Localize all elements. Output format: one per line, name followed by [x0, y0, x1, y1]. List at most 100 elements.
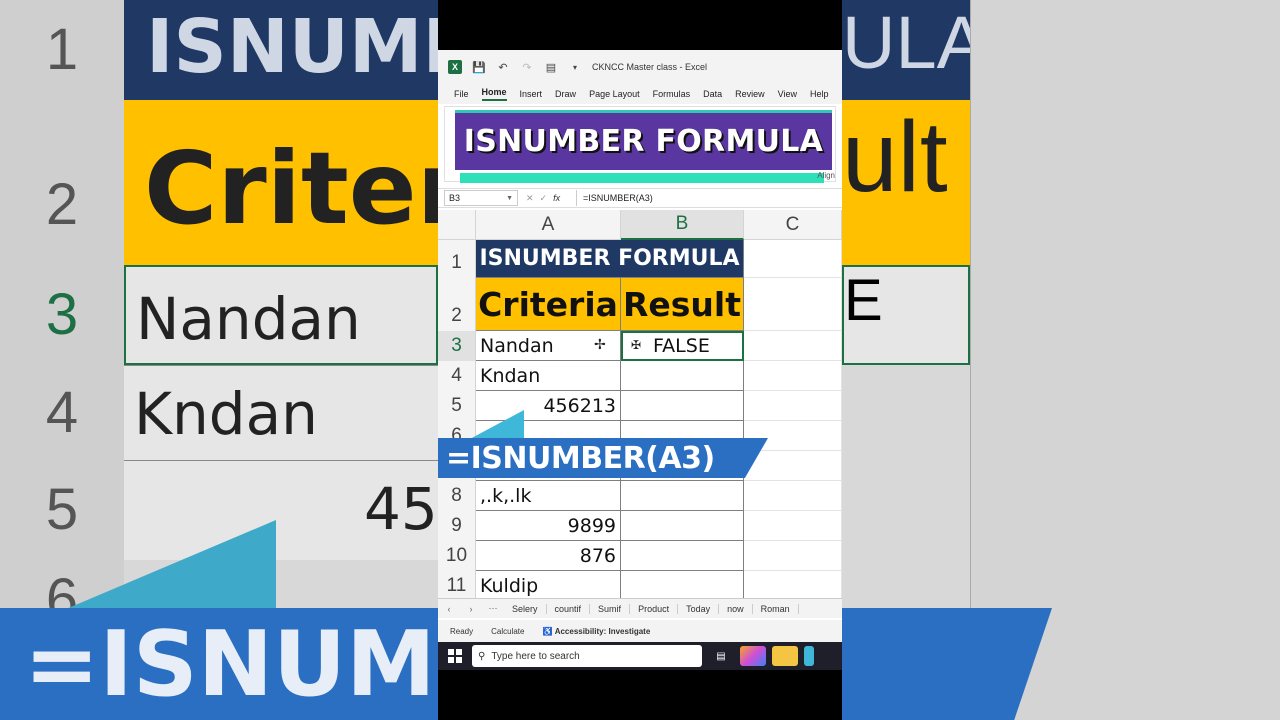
- cell[interactable]: [744, 278, 842, 331]
- name-box[interactable]: B3 ▼: [444, 190, 518, 206]
- more-sheets-icon[interactable]: ⋯: [482, 603, 504, 614]
- cell-b11[interactable]: [621, 571, 744, 598]
- task-view-icon[interactable]: ▤: [708, 646, 734, 666]
- bg-number-band: 45: [124, 460, 438, 560]
- bg-kndan-band: Kndan: [124, 365, 438, 460]
- bg-row-number: 3: [0, 265, 124, 365]
- function-icon[interactable]: fx: [553, 193, 560, 204]
- enter-icon[interactable]: ✓: [540, 193, 548, 204]
- bg-row-number: 1: [0, 0, 124, 100]
- status-calculate[interactable]: Calculate: [491, 627, 524, 636]
- sheet-tab-selery[interactable]: Selery: [504, 603, 547, 614]
- bg-kndan-text: Kndan: [134, 380, 318, 448]
- move-cursor-icon: ✢: [594, 336, 606, 352]
- row-header[interactable]: 10: [438, 541, 476, 571]
- form-icon[interactable]: ▤: [544, 60, 558, 74]
- banner-accent: [460, 173, 824, 183]
- sheet-tab-roman[interactable]: Roman: [753, 603, 799, 614]
- taskbar-search-placeholder: Type here to search: [491, 650, 580, 662]
- menu-insert[interactable]: Insert: [520, 89, 543, 99]
- cell[interactable]: [744, 541, 842, 571]
- cell-a9[interactable]: 9899: [476, 511, 621, 541]
- ribbon-group-label: Align: [817, 171, 835, 180]
- menu-formulas[interactable]: Formulas: [653, 89, 691, 99]
- sheet-tab-sumif[interactable]: Sumif: [590, 603, 631, 614]
- cell-a4[interactable]: Kndan: [476, 361, 621, 391]
- column-header-a[interactable]: A: [476, 210, 621, 240]
- menu-home[interactable]: Home: [481, 87, 507, 101]
- cell[interactable]: [744, 361, 842, 391]
- title-cell[interactable]: ISNUMBER FORMULA: [476, 240, 744, 278]
- row-header[interactable]: 2: [438, 278, 476, 331]
- copilot-icon[interactable]: [740, 646, 766, 666]
- row-header[interactable]: 8: [438, 481, 476, 511]
- select-all-corner[interactable]: [438, 210, 476, 240]
- accessibility-status[interactable]: ♿ Accessibility: Investigate: [542, 627, 650, 636]
- menu-draw[interactable]: Draw: [555, 89, 576, 99]
- cell-cursor-icon: ✠: [631, 338, 642, 352]
- windows-start-icon[interactable]: [438, 649, 472, 663]
- chevron-down-icon[interactable]: ▼: [506, 195, 513, 202]
- cell-a8[interactable]: ,.k,.lk: [476, 481, 621, 511]
- cell[interactable]: [744, 391, 842, 421]
- menu-view[interactable]: View: [778, 89, 797, 99]
- bg-title-text-right: ULA: [842, 1, 986, 84]
- row-header[interactable]: 9: [438, 511, 476, 541]
- row-header[interactable]: 4: [438, 361, 476, 391]
- cell-b4[interactable]: [621, 361, 744, 391]
- cancel-icon[interactable]: ✕: [526, 193, 534, 204]
- cell-a10[interactable]: 876: [476, 541, 621, 571]
- bg-number-text: 45: [364, 475, 438, 543]
- cell-b8[interactable]: [621, 481, 744, 511]
- cell-b10[interactable]: [621, 541, 744, 571]
- menu-review[interactable]: Review: [735, 89, 765, 99]
- menu-help[interactable]: Help: [810, 89, 829, 99]
- row-header[interactable]: 11: [438, 571, 476, 598]
- column-header-b[interactable]: B: [621, 210, 744, 240]
- chevron-left-icon[interactable]: ‹: [438, 604, 460, 614]
- menu-data[interactable]: Data: [703, 89, 722, 99]
- cell[interactable]: [744, 240, 842, 278]
- sheet-tab-today[interactable]: Today: [678, 603, 720, 614]
- row-header[interactable]: 5: [438, 391, 476, 421]
- excel-window: X 💾 ↶ ↷ ▤ ▾ CKNCC Master class - Excel F…: [438, 50, 842, 670]
- result-header-cell[interactable]: Result: [621, 278, 744, 331]
- cell[interactable]: [744, 571, 842, 598]
- banner-text: ISNUMBER FORMULA: [463, 124, 824, 159]
- cell-b5[interactable]: [621, 391, 744, 421]
- taskbar-search[interactable]: ⚲ Type here to search: [472, 645, 702, 667]
- bg-row-number: 2: [0, 100, 124, 265]
- bg-title-text: ISNUMB: [146, 4, 438, 90]
- save-icon[interactable]: 💾: [472, 60, 486, 74]
- menu-file[interactable]: File: [454, 89, 469, 99]
- menu-page-layout[interactable]: Page Layout: [589, 89, 640, 99]
- bg-false-band: E: [842, 265, 970, 365]
- edge-icon[interactable]: [804, 646, 814, 666]
- bg-nandan-text: Nandan: [136, 285, 361, 353]
- cell[interactable]: [744, 331, 842, 361]
- bg-criteria-text: Criter: [144, 130, 438, 247]
- window-title: CKNCC Master class - Excel: [592, 62, 708, 72]
- undo-icon[interactable]: ↶: [496, 60, 510, 74]
- formula-input[interactable]: =ISNUMBER(A3): [576, 190, 840, 206]
- cell-a11[interactable]: Kuldip: [476, 571, 621, 598]
- column-header-c[interactable]: C: [744, 210, 842, 240]
- background-zoom-right: ULA ult E: [842, 0, 1280, 720]
- cell[interactable]: [744, 451, 842, 481]
- cell-a5[interactable]: 456213: [476, 391, 621, 421]
- sheet-tab-now[interactable]: now: [719, 603, 753, 614]
- row-header[interactable]: 3: [438, 331, 476, 361]
- chevron-right-icon[interactable]: ›: [460, 604, 482, 614]
- sheet-tab-product[interactable]: Product: [630, 603, 679, 614]
- row-header[interactable]: 1: [438, 240, 476, 278]
- cell[interactable]: [744, 481, 842, 511]
- redo-icon[interactable]: ↷: [520, 60, 534, 74]
- sheet-tab-countif[interactable]: countif: [547, 603, 591, 614]
- sheet-tabs-bar: ‹ › ⋯ Selery countif Sumif Product Today…: [438, 598, 842, 618]
- cell-b9[interactable]: [621, 511, 744, 541]
- file-explorer-icon[interactable]: [772, 646, 798, 666]
- criteria-header-cell[interactable]: Criteria: [476, 278, 621, 331]
- title-bar: X 💾 ↶ ↷ ▤ ▾ CKNCC Master class - Excel: [438, 50, 842, 84]
- customize-toolbar-icon[interactable]: ▾: [568, 60, 582, 74]
- cell[interactable]: [744, 511, 842, 541]
